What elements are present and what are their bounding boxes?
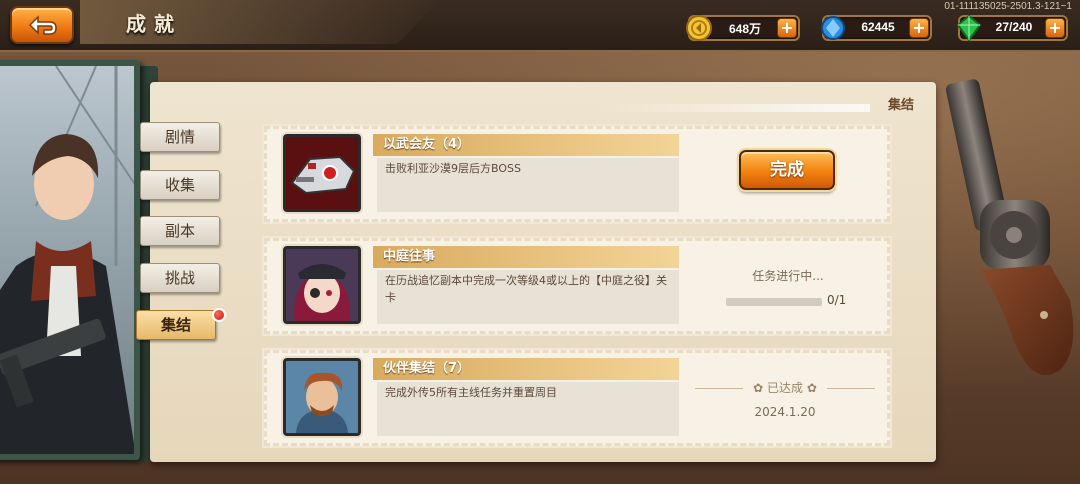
gold-value: 648万 bbox=[728, 22, 762, 36]
back-button[interactable] bbox=[10, 6, 74, 44]
revolver-decoration bbox=[945, 79, 1074, 375]
build-id-text: 01-111135025-2501.3-121~1 bbox=[944, 1, 1072, 12]
achievement-card-1: 以武会友（4） 击败利亚沙漠9层后方BOSS 完成 bbox=[262, 124, 892, 224]
complete-button[interactable]: 完成 bbox=[739, 150, 835, 190]
achievement-card-3: 伙伴集结（7） 完成外传5所有主线任务并重置周目 ✿ 已达成 ✿ 2024.1.… bbox=[262, 348, 892, 448]
gold-counter: 648万 + bbox=[686, 15, 800, 41]
achievement-portrait-3 bbox=[283, 358, 361, 436]
add-stamina-button[interactable]: + bbox=[1045, 18, 1065, 38]
section-label: 集结 bbox=[887, 98, 914, 113]
ornament-icon: ✿ bbox=[753, 381, 767, 395]
divider-line bbox=[827, 388, 875, 389]
achievement-portrait-2 bbox=[283, 246, 361, 324]
mecha-portrait-icon bbox=[286, 137, 358, 209]
ornament-icon: ✿ bbox=[803, 381, 817, 395]
page-title: 成就 bbox=[126, 12, 182, 36]
blue-crystal-icon bbox=[821, 16, 845, 40]
achievement-card-2: 中庭往事 在历战追忆副本中完成一次等级4或以上的【中庭之役】关卡 任务进行中..… bbox=[262, 236, 892, 336]
reached-label: ✿ 已达成 ✿ bbox=[695, 380, 875, 396]
character-portrait bbox=[0, 60, 140, 460]
achievement-title-2: 中庭往事 bbox=[373, 246, 679, 268]
diamond-counter: 62445 + bbox=[821, 15, 932, 41]
girl-portrait-icon bbox=[286, 249, 358, 321]
return-arrow-icon bbox=[28, 15, 57, 35]
add-gold-button[interactable]: + bbox=[777, 18, 797, 38]
progress-bar bbox=[726, 298, 822, 306]
panel-stripe bbox=[600, 104, 870, 112]
character-illustration bbox=[0, 66, 134, 454]
notification-dot bbox=[212, 308, 226, 322]
soldier-portrait-icon bbox=[286, 361, 358, 433]
reached-status: ✿ 已达成 ✿ bbox=[743, 380, 827, 396]
top-bar: 成就 01-111135025-2501.3-121~1 648万 + 6244… bbox=[0, 0, 1080, 52]
achievement-portrait-1 bbox=[283, 134, 361, 212]
progress-count: 0/1 bbox=[827, 293, 847, 307]
green-gem-icon bbox=[956, 14, 982, 42]
achievement-desc-1: 击败利亚沙漠9层后方BOSS bbox=[377, 158, 679, 212]
divider-line bbox=[695, 388, 743, 389]
tab-story[interactable]: 剧情 bbox=[140, 122, 220, 152]
diamond-value: 62445 bbox=[861, 20, 895, 34]
stamina-value: 27/240 bbox=[995, 20, 1033, 34]
tab-challenge[interactable]: 挑战 bbox=[140, 263, 220, 293]
achievement-desc-2: 在历战追忆副本中完成一次等级4或以上的【中庭之役】关卡 bbox=[377, 270, 679, 324]
achievement-title-1: 以武会友（4） bbox=[373, 134, 679, 156]
tab-dungeon[interactable]: 副本 bbox=[140, 216, 220, 246]
stamina-counter: 27/240 + bbox=[956, 14, 1068, 42]
reached-status-text: 已达成 bbox=[766, 381, 803, 395]
game-scene: 成就 01-111135025-2501.3-121~1 648万 + 6244… bbox=[0, 0, 1080, 484]
add-diamond-button[interactable]: + bbox=[909, 18, 929, 38]
progress-status: 任务进行中... bbox=[752, 269, 824, 283]
achievement-desc-3: 完成外传5所有主线任务并重置周目 bbox=[377, 382, 679, 436]
gold-coin-icon bbox=[686, 15, 712, 41]
tab-collection[interactable]: 收集 bbox=[140, 170, 220, 200]
reached-date: 2024.1.20 bbox=[754, 405, 816, 419]
achievement-title-3: 伙伴集结（7） bbox=[373, 358, 679, 380]
tab-assemble[interactable]: 集结 bbox=[136, 310, 216, 340]
